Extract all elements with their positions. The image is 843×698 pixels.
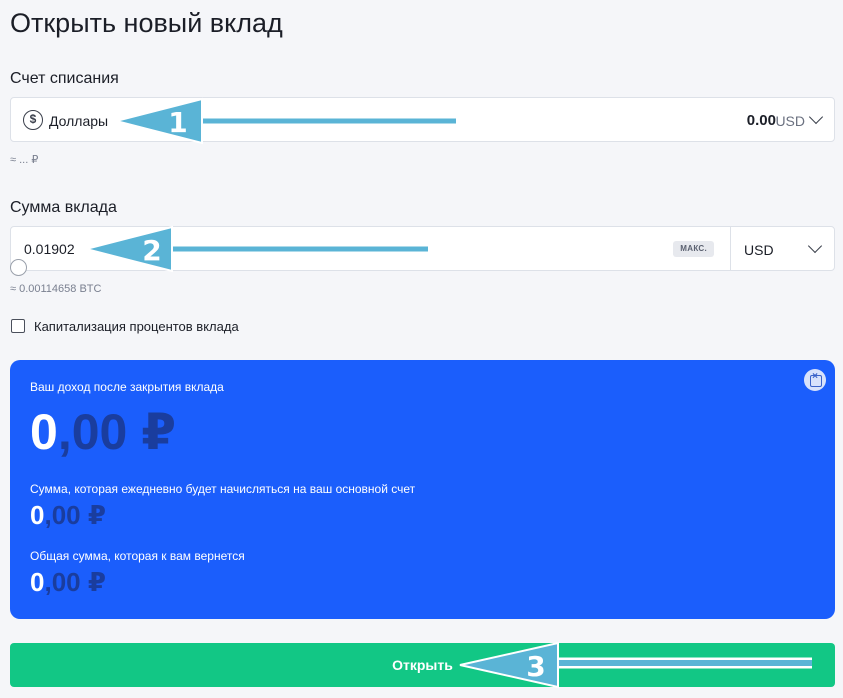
return-amount: 0,00 ₽	[30, 567, 106, 597]
dollar-circle-icon: $	[23, 110, 43, 130]
deposit-currency-label: USD	[744, 242, 774, 258]
chevron-down-icon	[807, 238, 823, 254]
capitalization-checkbox[interactable]	[11, 319, 25, 333]
deposit-hint: ≈ 0.00114658 BTC	[10, 283, 102, 295]
income-total-frac: ,00 ₽	[57, 404, 177, 460]
income-total: 0,00 ₽	[30, 402, 176, 462]
daily-amount-frac: ,00 ₽	[44, 500, 106, 530]
deposit-amount-input[interactable]	[24, 239, 324, 259]
daily-amount-int: 0	[30, 500, 45, 530]
deposit-currency-select[interactable]: USD	[730, 226, 835, 271]
deposit-label: Сумма вклада	[10, 199, 117, 216]
account-hint: ≈ ... ₽	[10, 154, 39, 166]
chevron-down-icon	[808, 109, 824, 125]
account-currency: USD	[775, 113, 805, 129]
return-label: Общая сумма, которая к вам вернется	[30, 549, 245, 563]
account-label: Счет списания	[10, 70, 119, 87]
capitalization-label[interactable]: Капитализация процентов вклада	[34, 319, 239, 334]
open-deposit-button[interactable]: Открыть	[10, 643, 835, 687]
calculator-icon[interactable]	[804, 369, 826, 391]
income-card: Ваш доход после закрытия вклада 0,00 ₽ С…	[10, 360, 835, 619]
daily-amount: 0,00 ₽	[30, 500, 106, 530]
deposit-amount-field[interactable]: МАКС.	[10, 226, 731, 271]
return-amount-int: 0	[30, 567, 45, 597]
account-select[interactable]: $ Доллары 0.00 USD	[10, 97, 835, 142]
page-title: Открыть новый вклад	[10, 8, 283, 38]
max-button[interactable]: МАКС.	[673, 241, 714, 257]
account-balance: 0.00	[746, 112, 776, 129]
account-name: Доллары	[49, 113, 109, 129]
return-amount-frac: ,00 ₽	[44, 567, 106, 597]
amount-slider-handle[interactable]	[10, 259, 27, 276]
income-title: Ваш доход после закрытия вклада	[30, 380, 224, 394]
income-total-int: 0	[30, 404, 58, 460]
daily-label: Сумма, которая ежедневно будет начислять…	[30, 482, 416, 496]
